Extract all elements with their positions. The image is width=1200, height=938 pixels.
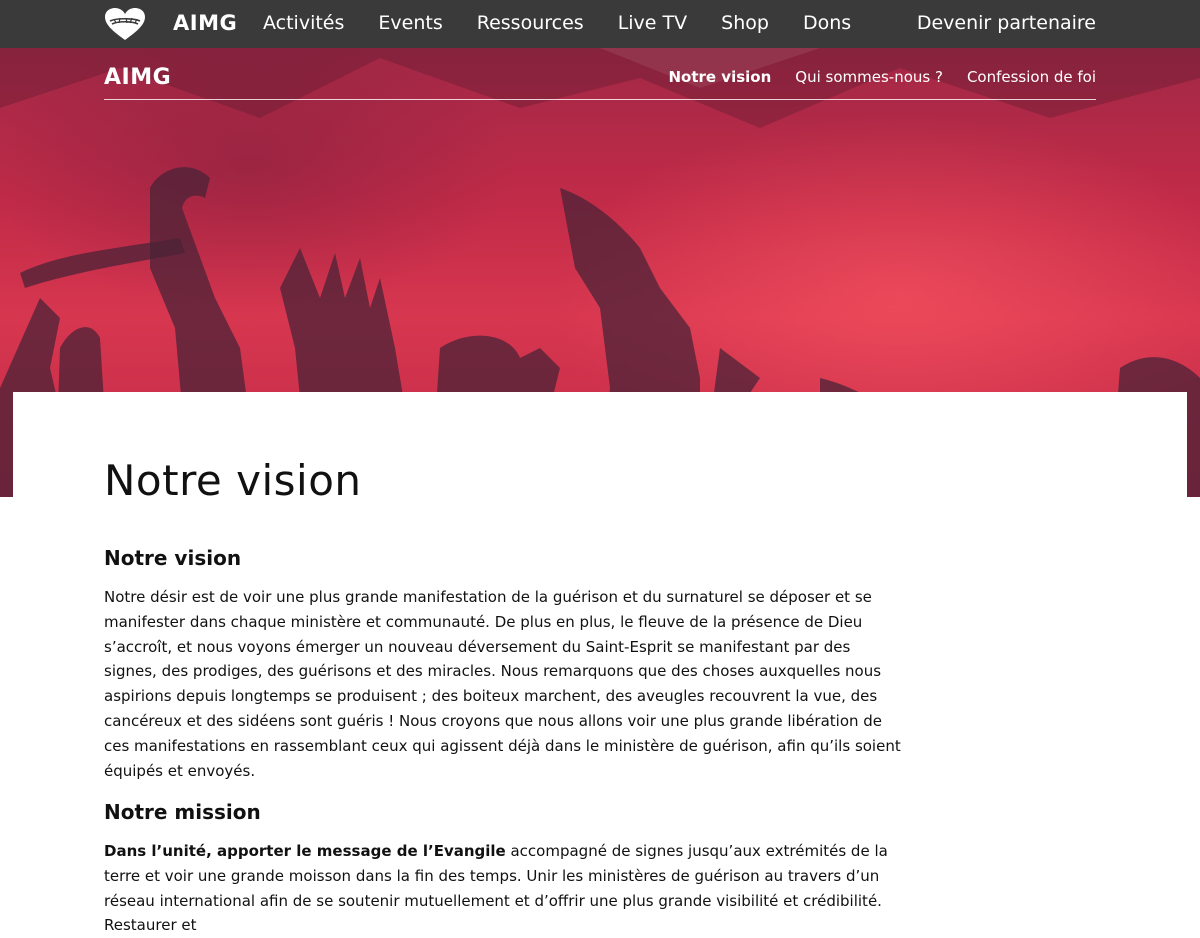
heart-logo-icon[interactable]	[104, 7, 146, 41]
section-heading-mission: Notre mission	[104, 800, 261, 824]
section-text-vision: Notre désir est de voir une plus grande …	[104, 588, 901, 780]
top-navigation: AIMG Activités Events Ressources Live TV…	[0, 0, 1200, 48]
menu-item-events[interactable]: Events	[378, 12, 442, 34]
become-partner-link[interactable]: Devenir partenaire	[917, 12, 1096, 34]
menu-item-shop[interactable]: Shop	[721, 12, 769, 34]
main-menu: Activités Events Ressources Live TV Shop…	[263, 12, 885, 34]
section-text-mission: Dans l’unité, apporter le message de l’E…	[104, 839, 904, 938]
brand-name[interactable]: AIMG	[173, 11, 237, 35]
menu-item-dons[interactable]: Dons	[803, 12, 851, 34]
subnav-divider	[104, 99, 1096, 100]
menu-item-activites[interactable]: Activités	[263, 12, 344, 34]
mission-lead-text: Dans l’unité, apporter le message de l’E…	[104, 842, 506, 860]
subnav-brand[interactable]: AIMG	[104, 65, 171, 90]
subnav-item-confession-de-foi[interactable]: Confession de foi	[967, 68, 1096, 86]
menu-item-live-tv[interactable]: Live TV	[618, 12, 687, 34]
section-heading-vision: Notre vision	[104, 546, 242, 570]
page-title: Notre vision	[104, 456, 362, 505]
subnav-item-notre-vision[interactable]: Notre vision	[668, 68, 771, 86]
menu-item-ressources[interactable]: Ressources	[477, 12, 584, 34]
subnav-item-qui-sommes-nous[interactable]: Qui sommes-nous ?	[795, 68, 943, 86]
sub-navigation: Notre vision Qui sommes-nous ? Confessio…	[644, 68, 1096, 86]
